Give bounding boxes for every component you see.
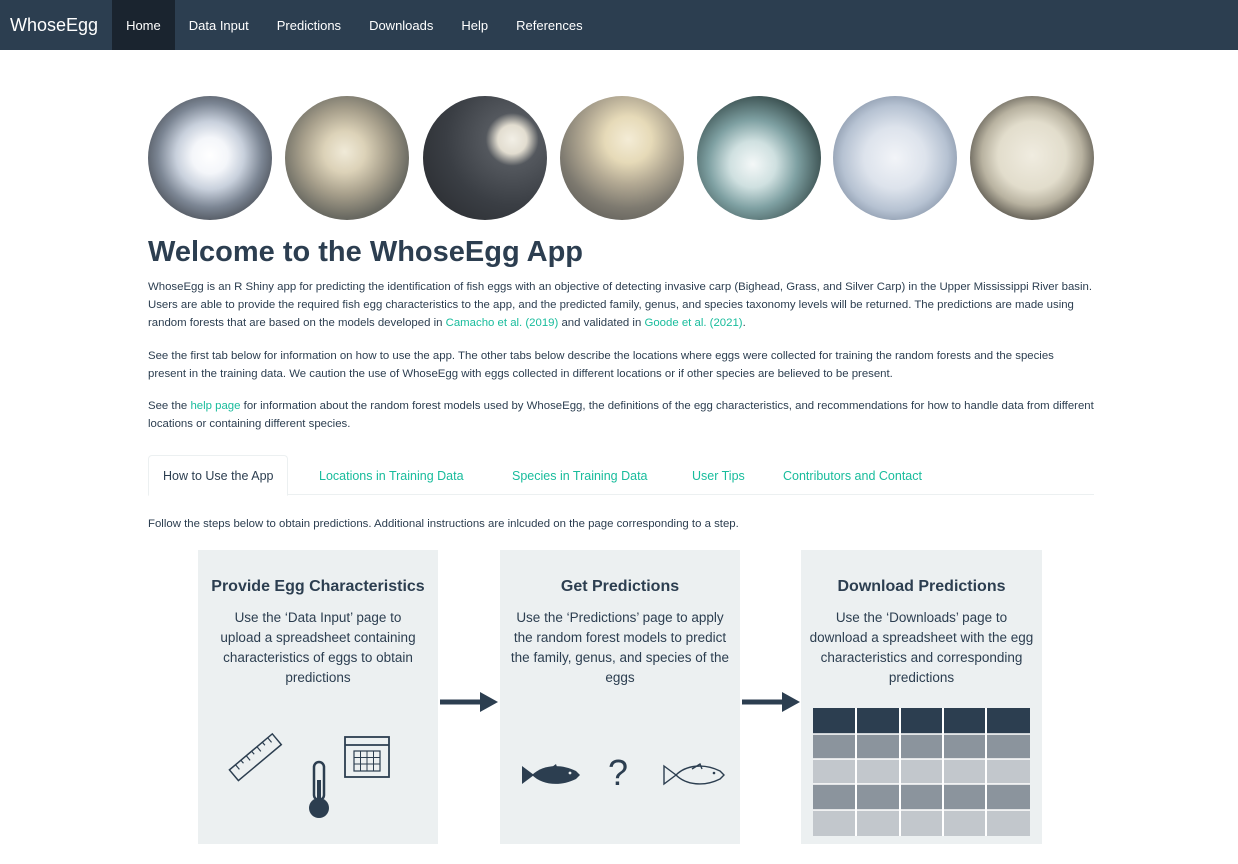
egg-image xyxy=(423,96,547,220)
egg-image xyxy=(285,96,409,220)
calendar-icon xyxy=(344,736,390,778)
spreadsheet-icon xyxy=(813,708,1030,836)
intro-text-3: . xyxy=(742,317,746,329)
ruler-icon xyxy=(228,732,283,782)
nav-data-input[interactable]: Data Input xyxy=(175,0,263,50)
question-mark-icon: ? xyxy=(608,752,629,793)
nav-downloads[interactable]: Downloads xyxy=(355,0,447,50)
step-download-predictions: Download Predictions Use the ‘Downloads’… xyxy=(801,550,1042,844)
step-description: Use the ‘Downloads’ page to download a s… xyxy=(809,610,1034,685)
fish-outline-icon xyxy=(663,762,725,786)
navbar: WhoseEgg Home Data Input Predictions Dow… xyxy=(0,0,1238,50)
help-text-2: for information about the random forest … xyxy=(148,400,1094,430)
nav-home[interactable]: Home xyxy=(112,0,175,50)
step-description: Use the ‘Predictions’ page to apply the … xyxy=(510,610,730,685)
tabs-info-paragraph: See the first tab below for information … xyxy=(148,350,1054,380)
tab-species[interactable]: Species in Training Data xyxy=(498,455,662,496)
page-title: Welcome to the WhoseEgg App xyxy=(148,236,584,268)
nav-predictions[interactable]: Predictions xyxy=(263,0,355,50)
step-title: Provide Egg Characteristics xyxy=(211,578,425,595)
help-paragraph: See the help page for information about … xyxy=(148,397,1094,433)
step-title: Download Predictions xyxy=(837,578,1006,595)
instructions-text: Follow the steps below to obtain predict… xyxy=(148,518,739,530)
nav-help[interactable]: Help xyxy=(447,0,502,50)
help-text: See the xyxy=(148,400,191,412)
intro-paragraph: WhoseEgg is an R Shiny app for predictin… xyxy=(148,278,1094,332)
tab-how-to-use[interactable]: How to Use the App xyxy=(148,455,289,496)
step-provide-characteristics: Provide Egg Characteristics Use the ‘Dat… xyxy=(198,550,438,844)
egg-image xyxy=(697,96,821,220)
arrow-right-icon xyxy=(440,692,498,712)
step-title: Get Predictions xyxy=(560,578,680,595)
arrow-right-icon xyxy=(742,692,800,712)
fish-filled-icon xyxy=(522,764,580,784)
nav-references[interactable]: References xyxy=(502,0,596,50)
egg-image xyxy=(833,96,957,220)
egg-image-banner xyxy=(148,96,1094,220)
tab-user-tips[interactable]: User Tips xyxy=(678,455,759,496)
brand-logo[interactable]: WhoseEgg xyxy=(5,0,106,50)
help-page-link[interactable]: help page xyxy=(190,400,240,412)
egg-image xyxy=(560,96,684,220)
intro-text-2: and validated in xyxy=(558,317,645,329)
egg-image xyxy=(148,96,272,220)
tab-locations[interactable]: Locations in Training Data xyxy=(305,455,478,496)
thermometer-icon xyxy=(309,760,329,818)
tab-contributors[interactable]: Contributors and Contact xyxy=(769,455,936,496)
tab-bar: How to Use the App Locations in Training… xyxy=(148,455,1094,496)
camacho-link[interactable]: Camacho et al. (2019) xyxy=(446,317,559,329)
step-description: Use the ‘Data Input’ page to upload a sp… xyxy=(220,610,416,685)
egg-image xyxy=(970,96,1094,220)
step-get-predictions: Get Predictions Use the ‘Predictions’ pa… xyxy=(500,550,740,844)
goode-link[interactable]: Goode et al. (2021) xyxy=(644,317,742,329)
